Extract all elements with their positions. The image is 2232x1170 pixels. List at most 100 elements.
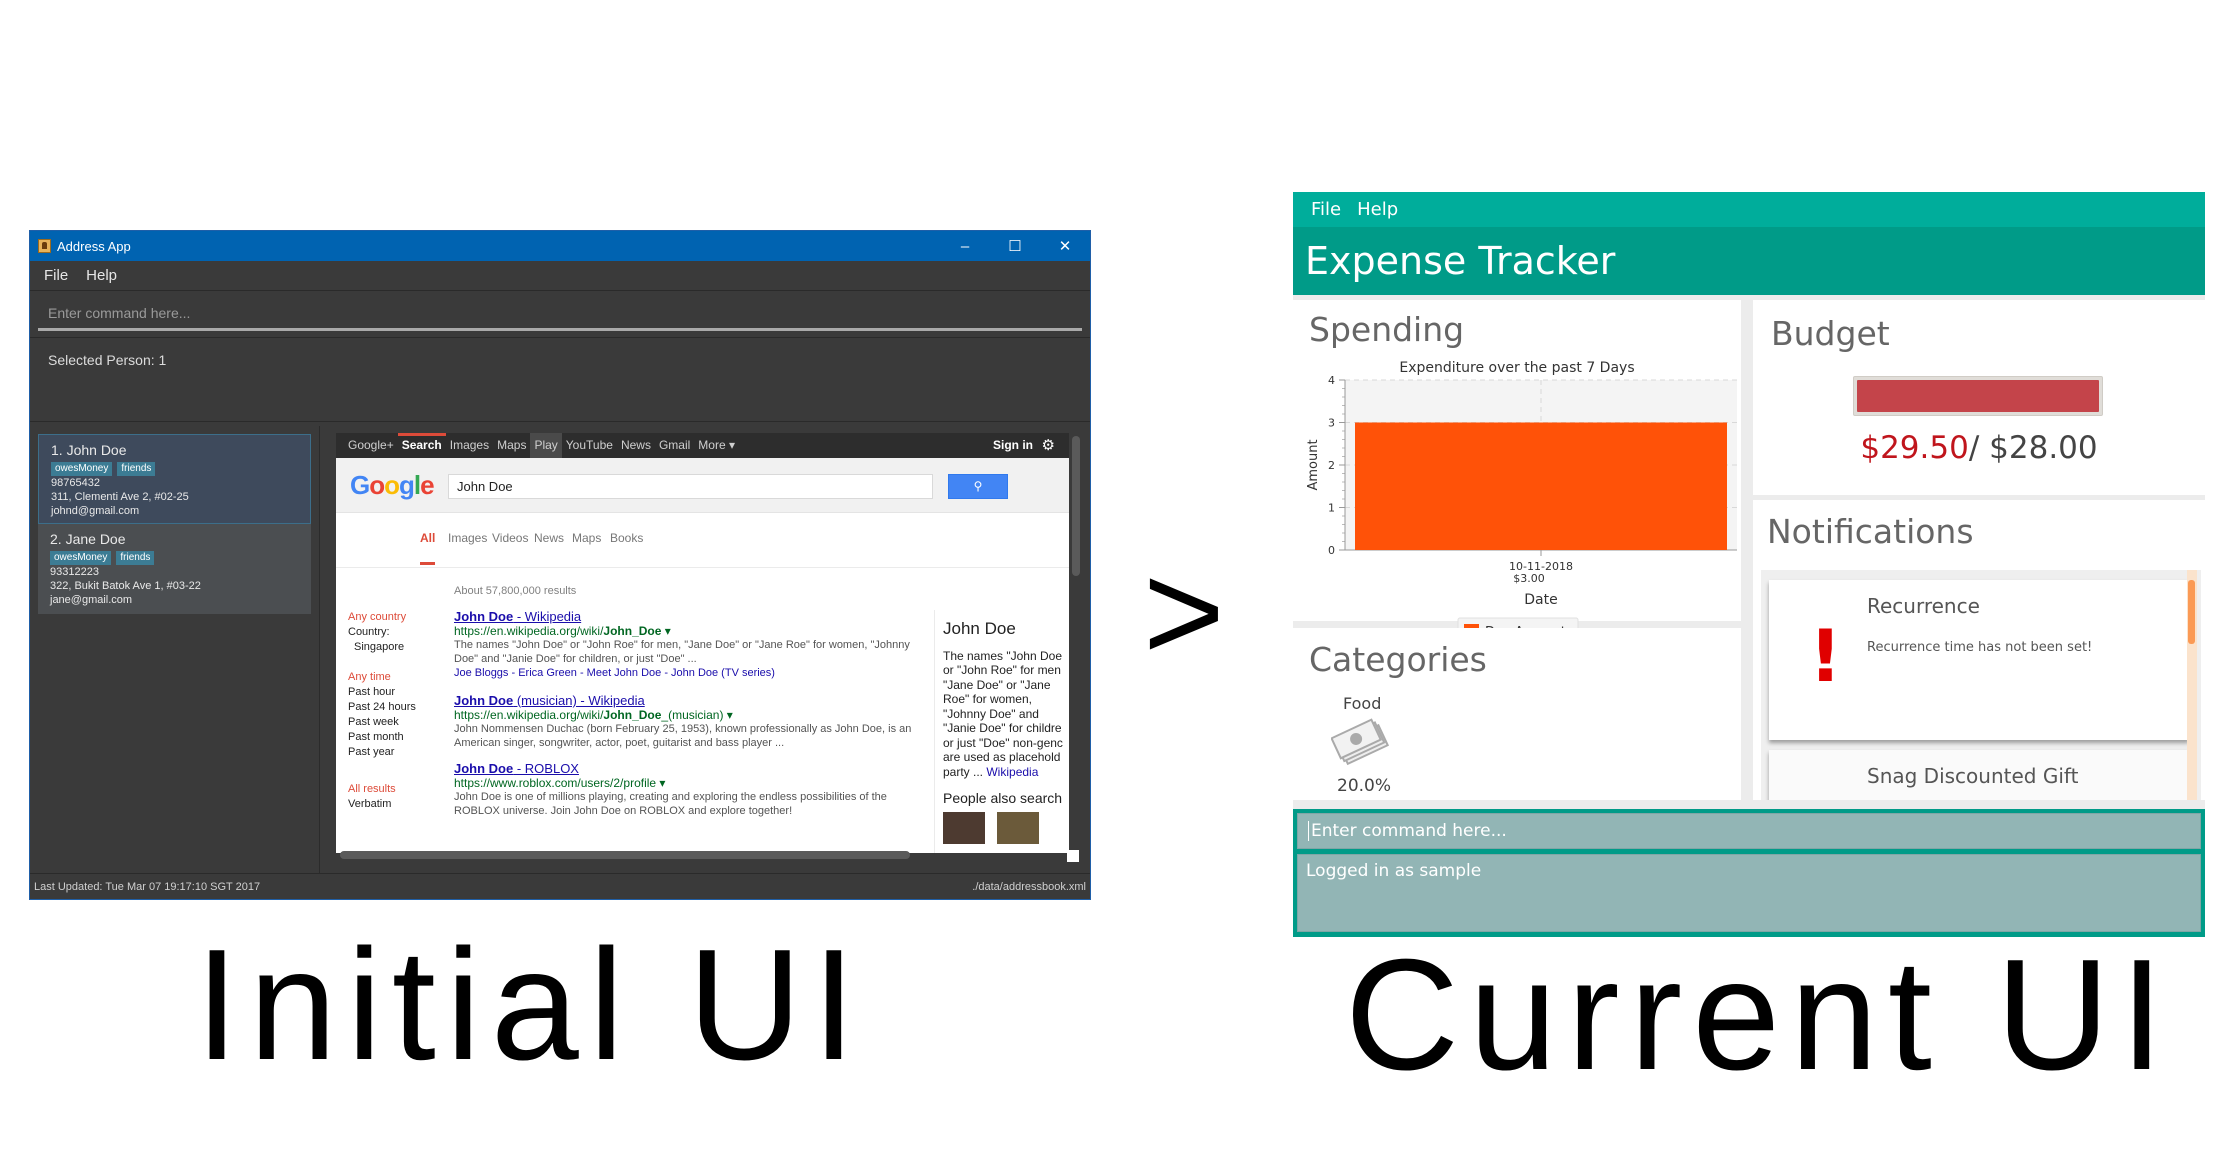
search-result: John Doe - ROBLOX https://www.roblox.com… bbox=[454, 762, 924, 818]
expense-tracker-window: File Help Expense Tracker Spending Expen… bbox=[1293, 192, 2205, 937]
address-app-titlebar[interactable]: Address App – ☐ ✕ bbox=[30, 231, 1090, 261]
spending-heading: Spending bbox=[1309, 310, 1465, 349]
expense-menubar: File Help bbox=[1293, 192, 2205, 227]
search-result: John Doe (musician) - Wikipedia https://… bbox=[454, 694, 924, 750]
result-sublinks[interactable]: Joe Bloggs - Erica Green - Meet John Doe… bbox=[454, 666, 924, 680]
budget-spent: $29.50 bbox=[1860, 430, 1969, 466]
data-file-path: ./data/addressbook.xml bbox=[972, 880, 1086, 893]
knowledge-line: "Jane Doe" or "Jane bbox=[943, 677, 1051, 692]
notifications-panel: Notifications ! Recurrence Recurrence ti… bbox=[1753, 500, 2205, 800]
knowledge-line: or just "Doe" non-genc bbox=[943, 735, 1063, 750]
minimize-button[interactable]: – bbox=[940, 238, 990, 255]
money-bills-icon[interactable] bbox=[1331, 714, 1391, 766]
filter-verbatim[interactable]: Verbatim bbox=[348, 797, 416, 812]
sign-in-button[interactable]: Sign in bbox=[989, 433, 1037, 458]
gbar-link[interactable]: News bbox=[617, 433, 655, 458]
person-card[interactable]: 2. Jane Doe owesMoney friends 93312223 32… bbox=[38, 524, 311, 614]
notification-scrollbar[interactable] bbox=[2187, 570, 2197, 800]
expense-result-display: Logged in as sample bbox=[1297, 854, 2201, 932]
result-title-link[interactable]: John Doe - ROBLOX bbox=[454, 762, 924, 776]
bar-day-amount bbox=[1355, 422, 1727, 550]
google-search-input[interactable]: John Doe bbox=[448, 474, 933, 499]
categories-heading: Categories bbox=[1309, 640, 1487, 679]
gbar-link[interactable]: Google+ bbox=[344, 433, 398, 458]
tab-all[interactable]: All bbox=[420, 531, 436, 565]
budget-panel: Budget $29.50/ $28.00 bbox=[1753, 300, 2205, 495]
tag: friends bbox=[116, 551, 155, 565]
person-email: jane@gmail.com bbox=[50, 594, 133, 606]
menu-help[interactable]: Help bbox=[1357, 199, 1398, 220]
filter-time-option[interactable]: Past 24 hours bbox=[348, 700, 416, 715]
gbar-link[interactable]: Gmail bbox=[655, 433, 694, 458]
scrollbar-corner bbox=[1067, 850, 1079, 862]
tab-news[interactable]: News bbox=[534, 531, 564, 545]
category-percent: 20.0% bbox=[1337, 776, 1392, 796]
person-thumbnail[interactable] bbox=[943, 811, 985, 844]
result-title-link[interactable]: John Doe - Wikipedia bbox=[454, 610, 924, 624]
google-header: Google John Doe ⚲ bbox=[336, 458, 1069, 513]
address-command-input[interactable]: Enter command here... bbox=[38, 297, 1082, 331]
person-card[interactable]: 1. John Doe owesMoney friends 98765432 31… bbox=[38, 434, 311, 524]
gbar-link-search[interactable]: Search bbox=[397, 433, 446, 458]
text-caret bbox=[1308, 821, 1309, 841]
notification-card[interactable]: ! Recurrence Recurrence time has not bee… bbox=[1769, 580, 2189, 740]
tab-images[interactable]: Images bbox=[448, 531, 487, 545]
person-thumbnail[interactable] bbox=[997, 811, 1039, 844]
y-tick-label: 0 bbox=[1328, 544, 1335, 557]
chart-title: Expenditure over the past 7 Days bbox=[1399, 360, 1635, 376]
gbar-more[interactable]: More ▾ bbox=[694, 433, 739, 458]
gbar-link[interactable]: Images bbox=[446, 433, 493, 458]
gbar-link[interactable]: YouTube bbox=[562, 433, 617, 458]
tab-books[interactable]: Books bbox=[610, 531, 643, 545]
caption-current-ui: Current UI bbox=[1345, 927, 2174, 1103]
result-url: https://www.roblox.com/users/2/profile ▾ bbox=[454, 776, 666, 790]
menu-file[interactable]: File bbox=[1311, 199, 1341, 220]
notification-title: Snag Discounted Gift bbox=[1867, 764, 2079, 788]
tab-videos[interactable]: Videos bbox=[492, 531, 528, 545]
x-tick-value-label: $3.00 bbox=[1513, 572, 1545, 585]
filter-time-option[interactable]: Past month bbox=[348, 730, 416, 745]
person-name: 1. John Doe bbox=[51, 442, 127, 458]
knowledge-title: John Doe bbox=[943, 619, 1016, 638]
gbar-link[interactable]: Maps bbox=[493, 433, 530, 458]
knowledge-line: The names "John Doe bbox=[943, 648, 1062, 663]
wikipedia-link[interactable]: Wikipedia bbox=[986, 765, 1038, 779]
result-url: https://en.wikipedia.org/wiki/John_Doe ▾ bbox=[454, 624, 671, 638]
google-logo[interactable]: Google bbox=[350, 470, 435, 501]
menu-help[interactable]: Help bbox=[86, 267, 117, 284]
menu-file[interactable]: File bbox=[44, 267, 68, 284]
expense-command-input[interactable]: Enter command here... bbox=[1297, 813, 2201, 849]
result-title-link[interactable]: John Doe (musician) - Wikipedia bbox=[454, 694, 924, 708]
greater-than-arrow: > bbox=[1143, 533, 1225, 690]
tab-maps[interactable]: Maps bbox=[572, 531, 601, 545]
filter-any-time[interactable]: Any time bbox=[348, 670, 416, 685]
browser-vertical-scrollbar[interactable] bbox=[1072, 436, 1080, 576]
google-search-button[interactable]: ⚲ bbox=[948, 474, 1008, 499]
budget-heading: Budget bbox=[1771, 314, 1890, 353]
maximize-button[interactable]: ☐ bbox=[990, 237, 1040, 255]
browser-horizontal-scrollbar[interactable] bbox=[340, 851, 910, 859]
notification-card[interactable]: Snag Discounted Gift bbox=[1769, 750, 2189, 800]
knowledge-line: or "John Roe" for men bbox=[943, 663, 1061, 677]
filter-country-value[interactable]: Singapore bbox=[348, 640, 416, 655]
filter-time-option[interactable]: Past hour bbox=[348, 685, 416, 700]
filter-any-country[interactable]: Any country bbox=[348, 610, 416, 625]
person-address: 311, Clementi Ave 2, #02-25 bbox=[51, 491, 189, 503]
google-top-bar: Google+ Search Images Maps Play YouTube … bbox=[336, 433, 1069, 458]
filter-time-option[interactable]: Past week bbox=[348, 715, 416, 730]
person-list[interactable]: 1. John Doe owesMoney friends 98765432 31… bbox=[30, 426, 320, 873]
window-title: Address App bbox=[57, 238, 131, 254]
gear-icon[interactable]: ⚙ bbox=[1038, 433, 1059, 458]
caption-initial-ui: Initial UI bbox=[195, 917, 866, 1093]
filter-all-results[interactable]: All results bbox=[348, 782, 416, 797]
notification-list[interactable]: ! Recurrence Recurrence time has not bee… bbox=[1761, 570, 2201, 800]
search-result: John Doe - Wikipedia https://en.wikipedi… bbox=[454, 610, 924, 680]
gbar-link[interactable]: Play bbox=[530, 433, 562, 458]
close-button[interactable]: ✕ bbox=[1040, 237, 1090, 255]
person-tags: owesMoney friends bbox=[51, 461, 310, 476]
browser-panel: Google+ Search Images Maps Play YouTube … bbox=[336, 433, 1069, 853]
notification-scroll-thumb[interactable] bbox=[2188, 580, 2195, 644]
knowledge-line: "Johnny Doe" and bbox=[943, 706, 1039, 721]
google-logo-letter: e bbox=[420, 470, 435, 500]
filter-time-option[interactable]: Past year bbox=[348, 745, 416, 760]
